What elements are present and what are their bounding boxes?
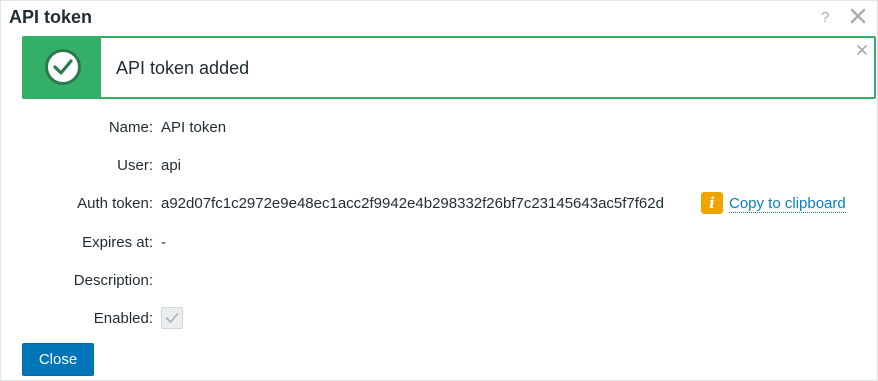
auth-token-label: Auth token: — [77, 195, 153, 212]
name-value: API token — [161, 119, 227, 136]
expires-at-value: - — [161, 234, 166, 251]
expires-at-label: Expires at: — [82, 234, 153, 251]
info-icon[interactable]: i — [701, 192, 723, 214]
success-message: API token added — [22, 36, 876, 99]
copy-to-clipboard-link[interactable]: Copy to clipboard — [729, 195, 846, 213]
name-label: Name: — [108, 119, 153, 136]
success-icon-box — [24, 38, 101, 97]
description-label: Description: — [73, 272, 153, 289]
enabled-row: Enabled: — [1, 306, 877, 330]
success-message-text: API token added — [116, 58, 250, 78]
user-value: api — [161, 157, 182, 174]
description-row: Description: — [1, 268, 877, 292]
enabled-checkbox — [161, 307, 183, 329]
user-row: User: api — [1, 153, 877, 177]
help-icon[interactable]: ? — [821, 9, 829, 26]
name-row: Name: API token — [1, 115, 877, 139]
dialog-header: API token ? — [1, 1, 877, 35]
auth-token-row: Auth token: a92d07fc1c2972e9e48ec1acc2f9… — [1, 191, 877, 215]
enabled-label: Enabled: — [93, 310, 153, 327]
dialog-title: API token — [9, 7, 93, 27]
close-icon[interactable] — [849, 7, 867, 25]
user-label: User: — [117, 157, 153, 174]
expires-at-row: Expires at: - — [1, 230, 877, 254]
checkmark-icon — [45, 49, 81, 85]
close-button[interactable]: Close — [22, 343, 94, 376]
message-close-icon[interactable] — [856, 43, 868, 55]
api-token-dialog: API token ? API token added Name: API to… — [0, 0, 878, 381]
auth-token-value: a92d07fc1c2972e9e48ec1acc2f9942e4b298332… — [161, 195, 664, 212]
